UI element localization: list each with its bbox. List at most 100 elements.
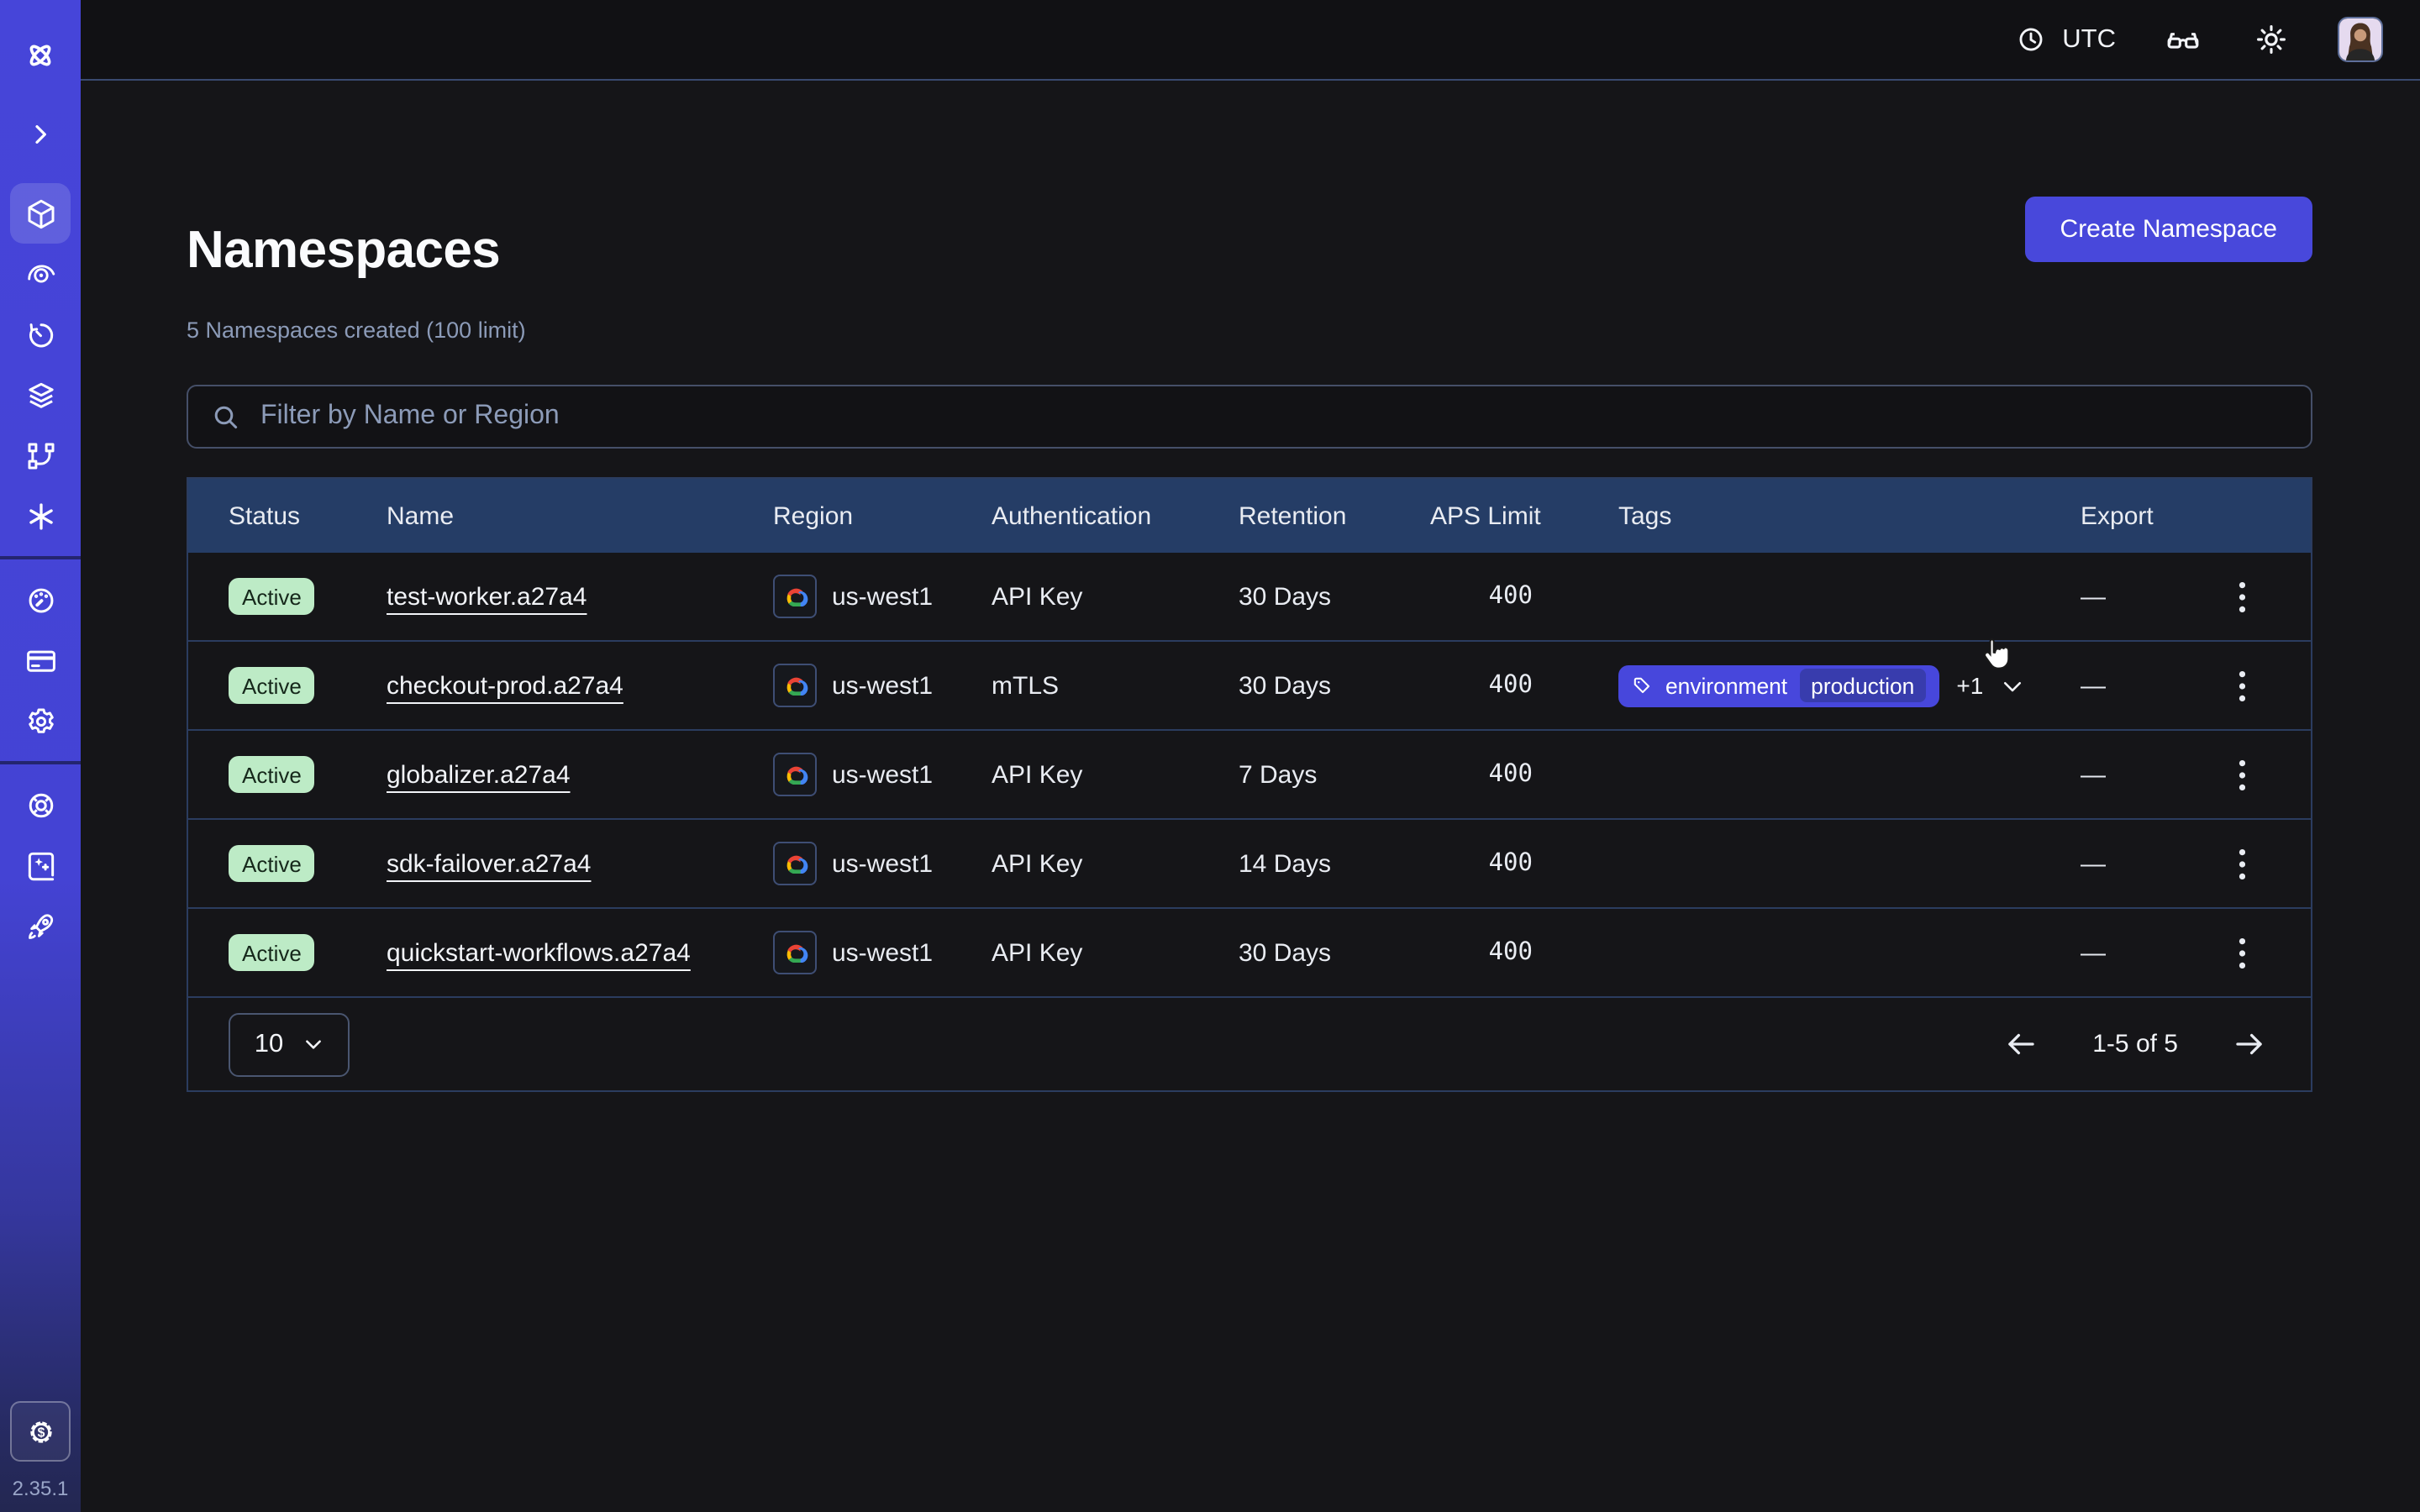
row-menu-button[interactable] (2224, 752, 2259, 797)
table-row[interactable]: Active checkout-prod.a27a4 us-west1 mTLS… (188, 640, 2311, 729)
table-row[interactable]: Active quickstart-workflows.a27a4 us-wes… (188, 907, 2311, 996)
row-menu-button[interactable] (2224, 663, 2259, 708)
gcp-region-icon (773, 753, 817, 796)
namespace-link[interactable]: test-worker.a27a4 (387, 582, 587, 611)
namespace-link[interactable]: globalizer.a27a4 (387, 760, 571, 789)
credits-badge-button[interactable]: $ (10, 1401, 71, 1462)
tag-pill[interactable]: environment production (1618, 664, 1939, 706)
sidebar-item-nexus[interactable] (10, 486, 71, 546)
filter-bar[interactable] (187, 385, 2312, 449)
auth-cell: API Key (992, 582, 1239, 611)
sidebar-item-docs[interactable] (10, 835, 71, 895)
auth-cell: API Key (992, 760, 1239, 789)
tag-icon (1632, 675, 1654, 696)
row-menu-button[interactable] (2224, 574, 2259, 619)
asterisk-icon (23, 498, 58, 533)
status-badge: Active (229, 756, 315, 793)
timer-icon (23, 317, 58, 352)
tags-more-count[interactable]: +1 (1956, 672, 1983, 699)
sidebar-item-billing[interactable] (10, 630, 71, 690)
namespaces-table: Status Name Region Authentication Retent… (187, 477, 2312, 1092)
aps-cell: 400 (1430, 939, 1534, 966)
user-avatar[interactable] (2338, 17, 2383, 62)
page-size-select[interactable]: 10 (229, 1012, 350, 1076)
namespace-link[interactable]: checkout-prod.a27a4 (387, 671, 623, 700)
sidebar-item-insights[interactable] (10, 244, 71, 304)
topbar: UTC (81, 0, 2420, 81)
table-body: Active test-worker.a27a4 us-west1 API Ke… (188, 553, 2311, 996)
chevron-right-icon (27, 121, 54, 148)
lifebuoy-icon (23, 787, 58, 822)
namespace-link[interactable]: quickstart-workflows.a27a4 (387, 938, 691, 967)
temporal-logo-icon[interactable] (10, 25, 71, 86)
labs-glasses-button[interactable] (2161, 18, 2205, 61)
header-name: Name (387, 501, 773, 530)
region-label: us-west1 (832, 671, 933, 700)
namespace-count: 5 Namespaces created (100 limit) (187, 318, 526, 343)
layers-icon (23, 377, 58, 412)
timezone-selector[interactable]: UTC (2015, 24, 2116, 55)
app-window: $ 2.35.1 UTC (0, 0, 2420, 1512)
sidebar-item-namespaces[interactable] (10, 183, 71, 244)
tags-wrap: environment production +1 (1618, 664, 2069, 706)
namespace-link[interactable]: sdk-failover.a27a4 (387, 849, 592, 878)
tag-value: production (1799, 669, 1926, 702)
table-row[interactable]: Active globalizer.a27a4 us-west1 API Key… (188, 729, 2311, 818)
sidebar-item-usage[interactable] (10, 570, 71, 630)
page-size-value: 10 (255, 1029, 284, 1059)
header-auth: Authentication (992, 501, 1239, 530)
table-header-row: Status Name Region Authentication Retent… (188, 479, 2311, 553)
pagination-range: 1-5 of 5 (2092, 1030, 2178, 1058)
retention-cell: 14 Days (1239, 849, 1430, 878)
sidebar-expand-button[interactable] (10, 114, 71, 155)
sidebar-item-support[interactable] (10, 774, 71, 835)
sidebar: $ 2.35.1 (0, 0, 81, 1512)
export-dash: — (2081, 671, 2106, 700)
svg-text:$: $ (37, 1425, 45, 1440)
sidebar-item-batch-operations[interactable] (10, 425, 71, 486)
aps-cell: 400 (1430, 583, 1534, 610)
region-label: us-west1 (832, 938, 933, 967)
sidebar-item-schedules[interactable] (10, 304, 71, 365)
tags-expand-chevron[interactable] (2000, 673, 2025, 698)
retention-cell: 30 Days (1239, 938, 1430, 967)
kebab-icon (2238, 580, 2245, 612)
region-label: us-west1 (832, 582, 933, 611)
table-row[interactable]: Active test-worker.a27a4 us-west1 API Ke… (188, 553, 2311, 640)
header-region: Region (773, 501, 992, 530)
avatar-image (2339, 18, 2381, 60)
sun-icon (2254, 22, 2289, 57)
dollar-badge-icon: $ (24, 1415, 56, 1447)
filter-input[interactable] (257, 400, 2289, 433)
create-namespace-button[interactable]: Create Namespace (2025, 196, 2312, 261)
arrow-right-icon (2232, 1026, 2267, 1062)
table-row[interactable]: Active sdk-failover.a27a4 us-west1 API K… (188, 818, 2311, 907)
kebab-icon (2238, 937, 2245, 969)
sidebar-item-getting-started[interactable] (10, 895, 71, 956)
header-retention: Retention (1239, 501, 1430, 530)
header-export: Export (2069, 501, 2274, 530)
region-label: us-west1 (832, 760, 933, 789)
kebab-icon (2238, 669, 2245, 701)
next-page-button[interactable] (2228, 1023, 2270, 1065)
chevron-down-icon (302, 1033, 324, 1055)
auth-cell: API Key (992, 938, 1239, 967)
app-version: 2.35.1 (13, 1477, 69, 1500)
row-menu-button[interactable] (2224, 841, 2259, 886)
sidebar-item-deployments[interactable] (10, 365, 71, 425)
theme-toggle-button[interactable] (2250, 18, 2292, 60)
export-dash: — (2081, 760, 2106, 789)
sidebar-item-settings[interactable] (10, 690, 71, 751)
branch-icon (23, 438, 58, 473)
credit-card-icon (23, 643, 58, 678)
rocket-icon (23, 908, 58, 943)
page-title: Namespaces (187, 219, 526, 283)
status-badge: Active (229, 845, 315, 882)
header-status: Status (229, 501, 387, 530)
timezone-label: UTC (2062, 24, 2116, 55)
prev-page-button[interactable] (2000, 1023, 2042, 1065)
row-menu-button[interactable] (2224, 930, 2259, 975)
export-dash: — (2081, 582, 2106, 611)
aps-cell: 400 (1430, 850, 1534, 877)
gauge-icon (23, 582, 58, 617)
